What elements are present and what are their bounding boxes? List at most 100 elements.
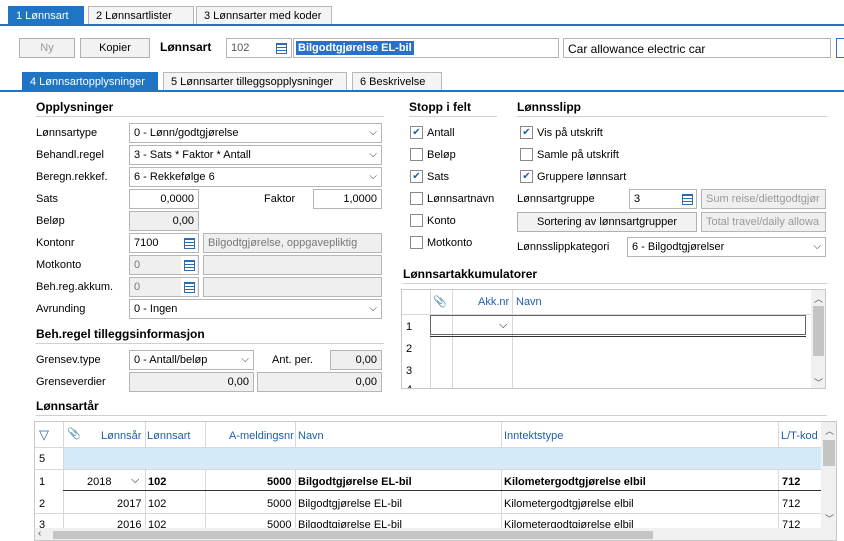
opplysninger-divider: [36, 116, 384, 117]
panel-edge: [836, 38, 844, 58]
belop-input[interactable]: 0,00: [129, 211, 199, 231]
akk-row-number: 1: [406, 321, 413, 333]
lonnsart-name-input[interactable]: Bilgodtgjørelse EL-bil: [293, 38, 559, 58]
vis-pa-utskrift-checkbox[interactable]: ✔: [520, 126, 533, 139]
lonnsar-divider: [36, 415, 827, 416]
stopp-divider: [409, 116, 497, 117]
row-number: 1: [39, 476, 46, 488]
grenseverdier-label: Grenseverdier: [36, 376, 106, 388]
cell-year[interactable]: 2018: [87, 476, 111, 488]
scroll-down-icon[interactable]: ﹀: [825, 512, 834, 525]
tab-lonnsarter-med-koder[interactable]: 3 Lønnsarter med koder: [196, 6, 332, 25]
sub-tab-underline: [0, 90, 844, 92]
chevron-down-icon: ⌵: [369, 149, 377, 160]
lonnsartgruppe-description: Sum reise/diettgodtgjør: [701, 189, 826, 209]
antper-input[interactable]: 0,00: [330, 350, 382, 370]
kontonr-lookup-icon[interactable]: [181, 234, 197, 252]
scroll-up-icon[interactable]: ︿: [825, 424, 834, 437]
behandl-value: 3 - Sats * Faktor * Antall: [134, 149, 251, 161]
lonnsslippkategori-select[interactable]: 6 - Bilgodtgjørelser ⌵: [627, 237, 826, 257]
gruppere-lonnsart-checkbox[interactable]: ✔: [520, 170, 533, 183]
col-lonnsart[interactable]: Lønnsart: [147, 430, 190, 442]
lonnsar-vscrollbar[interactable]: ︿ ﹀: [821, 422, 836, 528]
beregn-label: Beregn.rekkef.: [36, 171, 108, 183]
stopp-belop-checkbox[interactable]: [410, 148, 423, 161]
tab-tilleggsopplysninger[interactable]: 5 Lønnsarter tilleggsopplysninger: [163, 72, 347, 91]
cell-inntektstype: Kilometergodtgjørelse elbil: [504, 476, 646, 488]
lonnsartgruppe-description-en: Total travel/daily allowa: [701, 212, 826, 232]
tab-lonnsartlister[interactable]: 2 Lønnsartlister: [88, 6, 194, 25]
scroll-down-icon[interactable]: ﹀: [814, 376, 823, 388]
lonnsar-hscrollbar[interactable]: ‹: [35, 528, 836, 540]
stopp-sats-label: Sats: [427, 171, 450, 183]
lonnsslippkategori-label: Lønnsslippkategori: [517, 241, 610, 253]
scroll-up-icon[interactable]: ︿: [814, 292, 823, 305]
beregn-value: 6 - Rekkefølge 6: [134, 171, 215, 183]
lonnsar-grid[interactable]: ▽ 📎 Lønnsår Lønnsart A-meldingsnr Navn I…: [34, 421, 837, 541]
faktor-input[interactable]: 1,0000: [313, 189, 382, 209]
stopp-antall-checkbox[interactable]: ✔: [410, 126, 423, 139]
lonnsart-field-label: Lønnsart: [160, 40, 212, 54]
stopp-konto-checkbox[interactable]: [410, 214, 423, 227]
cell-year[interactable]: 2017: [117, 498, 141, 510]
lonnsart-lookup-icon[interactable]: [273, 39, 289, 57]
behreg-label: Beh.reg.akkum.: [36, 281, 114, 293]
top-tab-bar: 1 Lønnsart 2 Lønnsartlister 3 Lønnsarter…: [0, 0, 844, 26]
col-lonnsar[interactable]: Lønnsår: [101, 430, 141, 442]
filter-icon[interactable]: ▽: [39, 427, 49, 443]
cell-navn: Bilgodtgjørelse EL-bil: [298, 476, 412, 488]
lonnsartype-value: 0 - Lønn/godtgjørelse: [134, 127, 239, 139]
akk-active-row[interactable]: [430, 315, 806, 335]
gruppere-lonnsart-label: Gruppere lønnsart: [537, 171, 627, 183]
behandl-label: Behandl.regel: [36, 149, 104, 161]
lonnsartype-select[interactable]: 0 - Lønn/godtgjørelse ⌵: [129, 123, 382, 143]
stopp-motkonto-checkbox[interactable]: [410, 236, 423, 249]
scroll-thumb[interactable]: [813, 306, 824, 356]
akk-divider: [403, 283, 827, 284]
lonnsartgruppe-lookup-icon[interactable]: [679, 190, 695, 208]
grense1-input[interactable]: 0,00: [129, 372, 254, 392]
lonnsart-name-en-input[interactable]: Car allowance electric car: [563, 38, 831, 58]
behandl-select[interactable]: 3 - Sats * Faktor * Antall ⌵: [129, 145, 382, 165]
chevron-down-icon[interactable]: ⌵: [131, 474, 139, 487]
avrunding-select[interactable]: 0 - Ingen ⌵: [129, 299, 382, 319]
col-inntektstype[interactable]: Inntektstype: [504, 430, 563, 442]
grensev-select[interactable]: 0 - Antall/beløp ⌵: [129, 350, 254, 370]
copy-button[interactable]: Kopier: [80, 38, 150, 58]
lonnsar-heading: Lønnsartår: [36, 399, 99, 413]
chevron-down-icon: ⌵: [813, 241, 821, 252]
akk-scrollbar[interactable]: ︿ ﹀: [811, 290, 825, 388]
grensev-value: 0 - Antall/beløp: [134, 354, 208, 366]
tab-lonnsart[interactable]: 1 Lønnsart: [8, 6, 84, 25]
akk-grid[interactable]: 📎 Akk.nr Navn 1 ⌵ 2 3 4 ︿ ﹀: [401, 289, 826, 389]
hscroll-thumb[interactable]: [53, 531, 653, 539]
tab-beskrivelse[interactable]: 6 Beskrivelse: [352, 72, 442, 91]
beregn-select[interactable]: 6 - Rekkefølge 6 ⌵: [129, 167, 382, 187]
akk-col-akknr[interactable]: Akk.nr: [478, 296, 509, 308]
behreg-lookup-icon[interactable]: [181, 278, 197, 296]
sortering-button[interactable]: Sortering av lønnsartgrupper: [517, 212, 697, 232]
kontonr-description: Bilgodtgjørelse, oppgavepliktig: [203, 233, 382, 253]
grense2-input[interactable]: 0,00: [257, 372, 382, 392]
scroll-thumb[interactable]: [823, 440, 835, 466]
stopp-sats-checkbox[interactable]: ✔: [410, 170, 423, 183]
scroll-left-icon[interactable]: ‹: [38, 528, 41, 539]
stopp-lonnsartnavn-checkbox[interactable]: [410, 192, 423, 205]
akk-col-navn[interactable]: Navn: [516, 296, 542, 308]
tab-lonnsartopplysninger[interactable]: 4 Lønnsartopplysninger: [22, 72, 158, 91]
belop-label: Beløp: [36, 215, 65, 227]
cell-amelding: 5000: [267, 476, 292, 488]
samle-pa-utskrift-checkbox[interactable]: [520, 148, 533, 161]
col-lt-kode[interactable]: L/T-kod: [781, 430, 818, 442]
tillegg-divider: [36, 343, 384, 344]
new-button[interactable]: Ny: [19, 38, 75, 58]
motkonto-lookup-icon[interactable]: [181, 256, 197, 274]
col-navn[interactable]: Navn: [298, 430, 324, 442]
new-row-highlight[interactable]: [64, 448, 821, 469]
sats-input[interactable]: 0,0000: [129, 189, 199, 209]
col-a-meldingsnr[interactable]: A-meldingsnr: [229, 430, 294, 442]
row-number: 2: [39, 498, 46, 510]
kontonr-label: Kontonr: [36, 237, 75, 249]
vis-pa-utskrift-label: Vis på utskrift: [537, 127, 603, 139]
akk-heading: Lønnsartakkumulatorer: [403, 267, 538, 281]
